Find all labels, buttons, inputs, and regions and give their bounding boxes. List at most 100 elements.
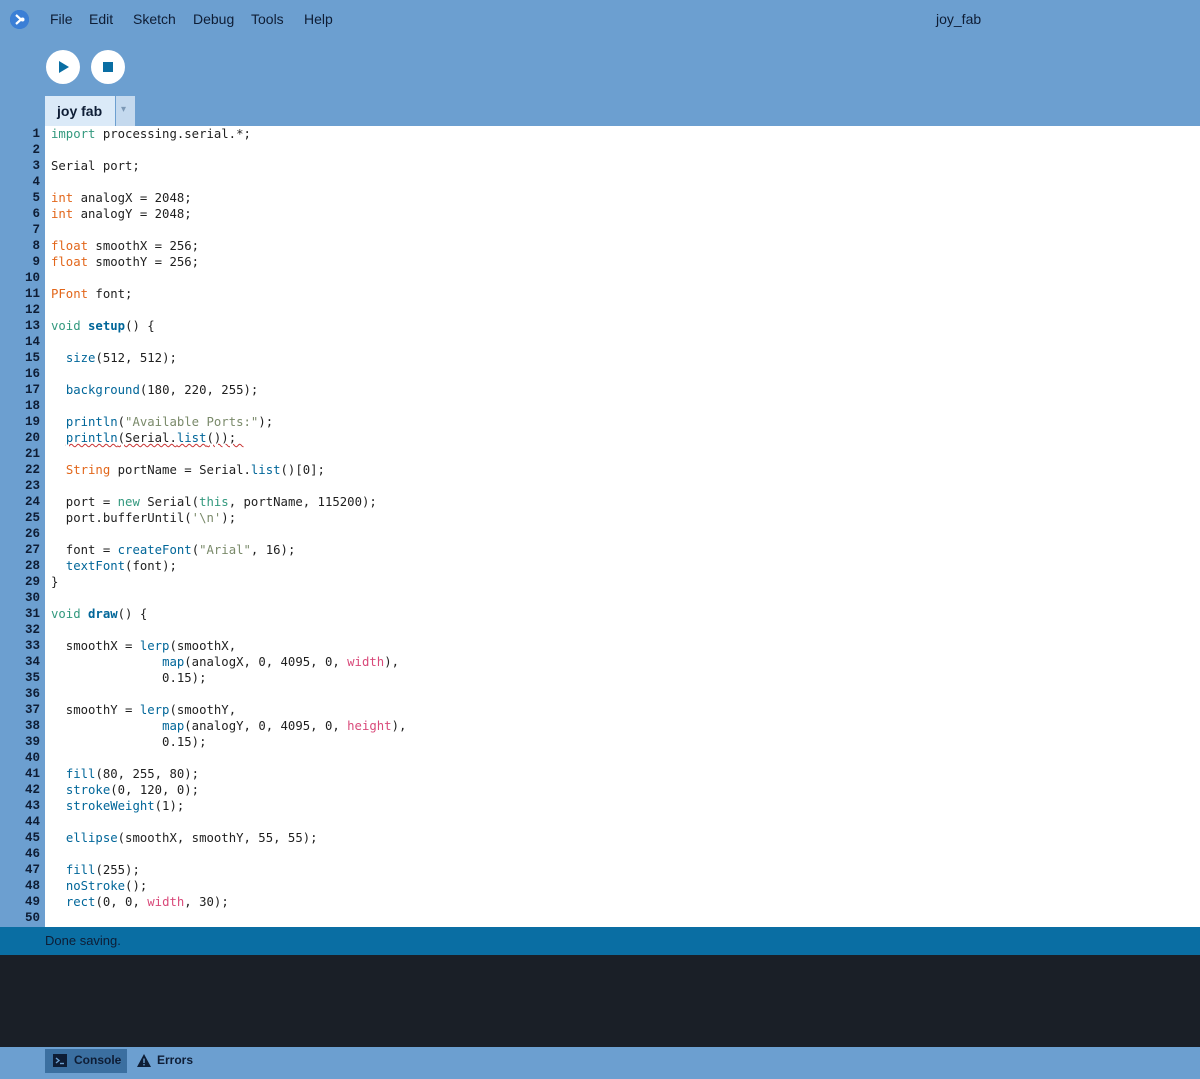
line-number: 44	[24, 815, 40, 829]
code-line[interactable]: port.bufferUntil('\n');	[51, 510, 236, 526]
code-token: ();	[125, 879, 148, 893]
code-line[interactable]: font = createFont("Arial", 16);	[51, 542, 296, 558]
code-token: println	[65, 431, 118, 445]
code-line[interactable]: ellipse(smoothX, smoothY, 55, 55);	[51, 830, 318, 846]
code-line[interactable]: String portName = Serial.list()[0];	[51, 462, 325, 478]
code-line[interactable]: import processing.serial.*;	[51, 126, 251, 142]
code-line[interactable]: println("Available Ports:");	[51, 414, 273, 430]
code-token: (80, 255, 80);	[95, 767, 200, 781]
code-line[interactable]: textFont(font);	[51, 558, 177, 574]
code-token: (0, 120, 0);	[110, 783, 200, 797]
code-line[interactable]: float smoothY = 256;	[51, 254, 199, 270]
line-number: 8	[32, 239, 40, 253]
console-output[interactable]	[0, 955, 1200, 1047]
code-line[interactable]: float smoothX = 256;	[51, 238, 199, 254]
code-line[interactable]: size(512, 512);	[51, 350, 177, 366]
code-token: 0.15);	[51, 735, 207, 749]
line-number: 42	[24, 783, 40, 797]
chevron-down-icon: ▾	[121, 104, 127, 115]
line-number: 28	[24, 559, 40, 573]
menu-edit[interactable]: Edit	[89, 11, 113, 27]
code-token: width	[147, 895, 185, 909]
code-token: font =	[51, 543, 118, 557]
menu-bar: File Edit Sketch Debug Tools Help joy_fa…	[0, 0, 1200, 38]
code-token: '\n'	[191, 511, 222, 525]
line-number: 37	[24, 703, 40, 717]
line-number: 10	[24, 271, 40, 285]
code-line[interactable]: stroke(0, 120, 0);	[51, 782, 199, 798]
code-line[interactable]: Serial port;	[51, 158, 140, 174]
stop-button[interactable]	[91, 50, 125, 84]
code-line[interactable]: port = new Serial(this, portName, 115200…	[51, 494, 377, 510]
code-line[interactable]: }	[51, 574, 58, 590]
line-number: 20	[24, 431, 40, 445]
code-token: Serial(	[139, 495, 200, 509]
code-line[interactable]: 0.15);	[51, 734, 206, 750]
code-token: , 30);	[184, 895, 229, 909]
code-token: , 16);	[250, 543, 296, 557]
code-token: (	[191, 543, 200, 557]
tab-joy-fab[interactable]: joy fab	[45, 96, 115, 126]
line-number: 32	[24, 623, 40, 637]
line-number: 43	[24, 799, 40, 813]
code-token: ellipse	[65, 831, 118, 845]
code-line[interactable]: int analogX = 2048;	[51, 190, 192, 206]
menu-sketch[interactable]: Sketch	[133, 11, 176, 27]
processing-logo-icon	[10, 10, 29, 29]
tab-errors[interactable]: Errors	[130, 1049, 200, 1073]
code-line[interactable]: int analogY = 2048;	[51, 206, 192, 222]
code-token: port.bufferUntil(	[51, 511, 192, 525]
code-line[interactable]: void draw() {	[51, 606, 147, 622]
code-token: (512, 512);	[95, 351, 177, 365]
code-line[interactable]: void setup() {	[51, 318, 155, 334]
code-token: (180, 220, 255);	[139, 383, 259, 397]
code-line[interactable]: strokeWeight(1);	[51, 798, 184, 814]
code-editor[interactable]: import processing.serial.*; Serial port; i…	[45, 126, 1200, 927]
code-token: }	[51, 575, 59, 589]
line-number: 48	[24, 879, 40, 893]
line-number: 19	[24, 415, 40, 429]
code-line[interactable]: println(Serial.list());	[51, 430, 244, 446]
menu-file[interactable]: File	[50, 11, 73, 27]
line-number: 4	[32, 175, 40, 189]
code-line[interactable]: noStroke();	[51, 878, 147, 894]
tab-menu-button[interactable]: ▾	[116, 96, 135, 126]
code-line[interactable]: 0.15);	[51, 670, 206, 686]
code-token: this	[199, 495, 229, 509]
code-line[interactable]: smoothY = lerp(smoothY,	[51, 702, 236, 718]
code-line[interactable]: fill(80, 255, 80);	[51, 766, 199, 782]
code-token: draw	[88, 607, 118, 621]
code-token: port =	[51, 495, 118, 509]
code-token: (Serial.	[117, 431, 177, 445]
code-token: float	[51, 239, 89, 253]
code-token: strokeWeight	[65, 799, 155, 813]
run-button[interactable]	[46, 50, 80, 84]
code-token: PFont	[51, 287, 89, 301]
code-line[interactable]: smoothX = lerp(smoothX,	[51, 638, 236, 654]
code-line[interactable]: PFont font;	[51, 286, 132, 302]
warning-icon	[137, 1054, 151, 1067]
code-line[interactable]: background(180, 220, 255);	[51, 382, 259, 398]
line-number: 41	[24, 767, 40, 781]
line-number: 50	[24, 911, 40, 925]
menu-tools[interactable]: Tools	[251, 11, 284, 27]
code-line[interactable]: rect(0, 0, width, 30);	[51, 894, 229, 910]
menu-debug[interactable]: Debug	[193, 11, 234, 27]
code-token: fill	[65, 863, 96, 877]
code-token: println	[65, 415, 118, 429]
code-line[interactable]: fill(255);	[51, 862, 140, 878]
code-line[interactable]: map(analogX, 0, 4095, 0, width),	[51, 654, 399, 670]
line-number: 1	[32, 127, 40, 141]
code-line[interactable]: map(analogY, 0, 4095, 0, height),	[51, 718, 406, 734]
code-token: size	[65, 351, 96, 365]
menu-help[interactable]: Help	[304, 11, 333, 27]
tab-console[interactable]: Console	[45, 1049, 127, 1073]
